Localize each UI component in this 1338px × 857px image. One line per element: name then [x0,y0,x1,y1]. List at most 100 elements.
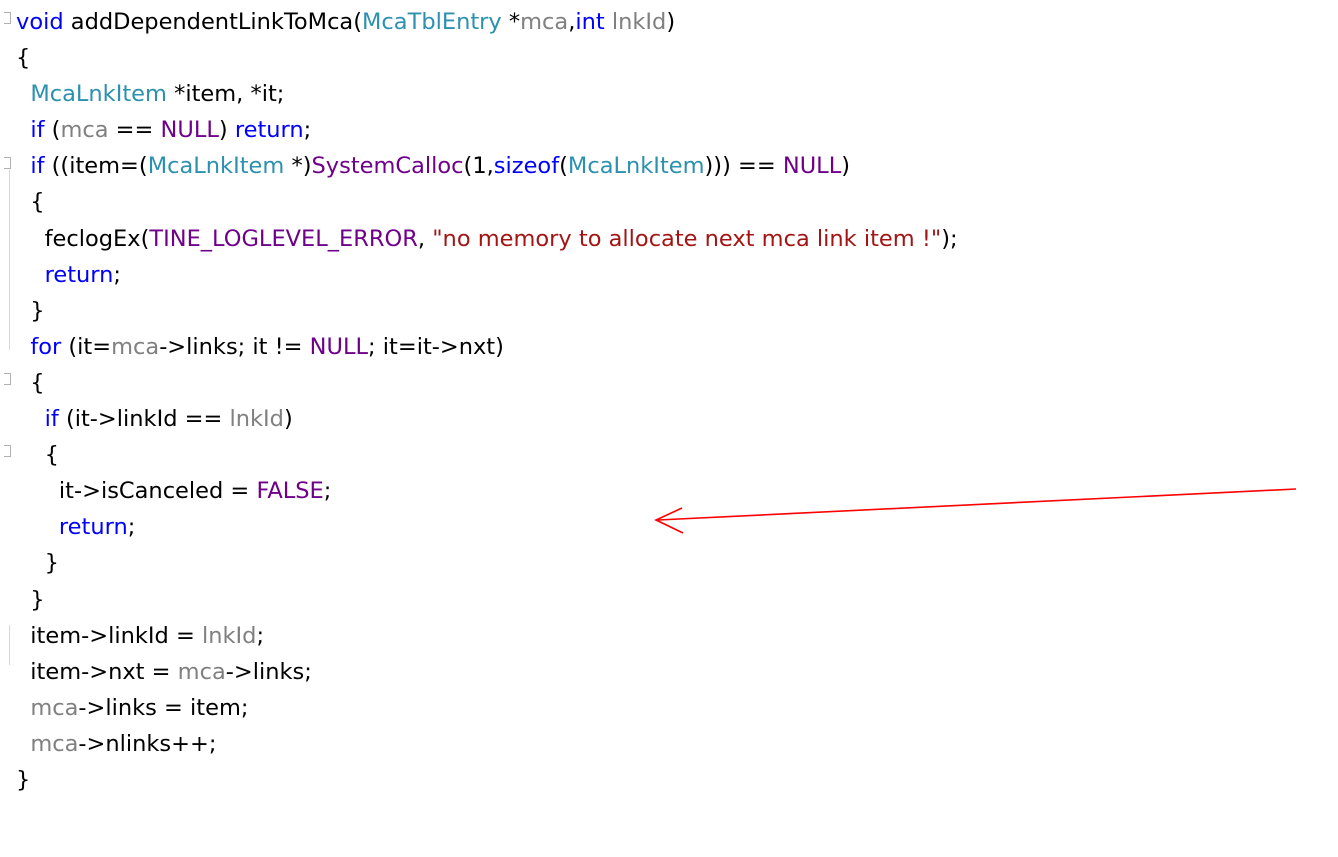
code-editor[interactable]: void addDependentLinkToMca(McaTblEntry *… [0,0,1338,857]
code-token: ->nlinks++; [78,730,217,757]
code-token: (it= [61,333,112,360]
code-token: ))) == [704,153,783,180]
parameter-token: lnkId [201,622,257,649]
code-token: ->links; it != [159,333,310,360]
code-token: ->links; [225,658,312,685]
macro-token: FALSE [256,478,324,505]
keyword-token: void [16,9,64,35]
code-line[interactable]: } [16,545,958,581]
macro-token: TINE_LOGLEVEL_ERROR [149,225,418,252]
code-line[interactable]: mca->nlinks++; [16,726,958,762]
code-token: ; [323,478,332,505]
code-token: ; it=it->nxt) [368,333,504,360]
source-code[interactable]: void addDependentLinkToMca(McaTblEntry *… [16,4,958,798]
code-line[interactable]: McaLnkItem *item, *it; [16,76,958,112]
code-token: } [16,586,45,613]
parameter-token: mca [60,117,109,144]
code-line[interactable]: } [16,762,958,798]
code-token: ( [559,153,568,180]
parameter-token: mca [30,730,79,757]
code-token: ; [113,261,121,288]
code-token: ) [841,153,851,180]
code-token: { [16,442,59,469]
keyword-token: if [30,153,45,180]
code-line[interactable]: feclogEx(TINE_LOGLEVEL_ERROR, "no memory… [16,221,958,257]
code-token: { [16,45,31,72]
code-line[interactable]: { [16,184,958,220]
code-line[interactable]: if (it->linkId == lnkId) [16,401,958,437]
code-line[interactable]: { [16,365,958,401]
code-token: , [417,225,433,252]
keyword-token: if [44,406,59,433]
type-token: McaLnkItem [147,153,285,180]
fold-toggle-if-link[interactable] [4,445,11,457]
code-line[interactable]: } [16,582,958,618]
code-token: ; [127,514,136,541]
code-token: ) [218,117,235,144]
code-line[interactable]: it->isCanceled = FALSE; [16,473,958,509]
keyword-token: return [58,514,128,541]
code-token: (it->linkId == [58,406,230,433]
code-token: ; [256,622,265,649]
code-line[interactable]: void addDependentLinkToMca(McaTblEntry *… [16,4,958,40]
code-line[interactable]: { [16,40,958,76]
code-line[interactable]: if ((item=(McaLnkItem *)SystemCalloc(1,s… [16,148,958,184]
fold-guide [9,170,10,350]
parameter-token: mca [520,9,569,35]
fold-gutter [0,0,16,857]
keyword-token: return [44,261,114,288]
macro-token: NULL [309,333,369,360]
code-token: ( [44,117,61,144]
code-line[interactable]: return; [16,257,958,293]
code-line[interactable]: for (it=mca->links; it != NULL; it=it->n… [16,329,958,365]
code-token: *) [284,153,312,180]
code-token: ) [283,406,293,433]
code-token: * [501,9,521,35]
keyword-token: for [30,333,62,360]
macro-token: NULL [782,153,842,180]
keyword-token: return [234,117,304,144]
keyword-token: int [575,9,605,35]
keyword-token: if [30,117,45,144]
code-token: ; [303,117,312,144]
code-token: { [16,369,45,396]
code-token: feclogEx( [16,225,150,252]
code-line[interactable]: return; [16,509,958,545]
type-token: McaLnkItem [30,81,167,108]
code-token: item->linkId = [16,622,202,649]
type-token: McaLnkItem [567,153,705,180]
parameter-token: mca [177,658,226,685]
fold-guide [9,625,10,665]
code-line[interactable]: item->linkId = lnkId; [16,618,958,654]
parameter-token: lnkId [611,9,667,35]
fold-toggle-if-alloc[interactable] [4,157,11,169]
code-line[interactable]: mca->links = item; [16,690,958,726]
code-line[interactable]: { [16,437,958,473]
macro-token: NULL [160,117,219,144]
code-token: ); [941,225,958,252]
parameter-token: mca [111,333,160,360]
parameter-token: lnkId [229,406,284,433]
string-token: "no memory to allocate next mca link ite… [432,225,942,252]
code-line[interactable]: item->nxt = mca->links; [16,654,958,690]
code-token: } [16,550,59,577]
fold-toggle-for[interactable] [4,373,11,385]
code-token: (1, [463,153,494,180]
code-token: ((item=( [44,153,148,180]
keyword-token: sizeof [493,153,560,180]
code-token: item->nxt = [16,658,178,685]
code-token: } [16,766,31,793]
code-line[interactable]: } [16,293,958,329]
fold-toggle-function[interactable] [4,12,11,24]
code-token: addDependentLinkToMca( [63,9,363,35]
code-line[interactable]: if (mca == NULL) return; [16,112,958,148]
